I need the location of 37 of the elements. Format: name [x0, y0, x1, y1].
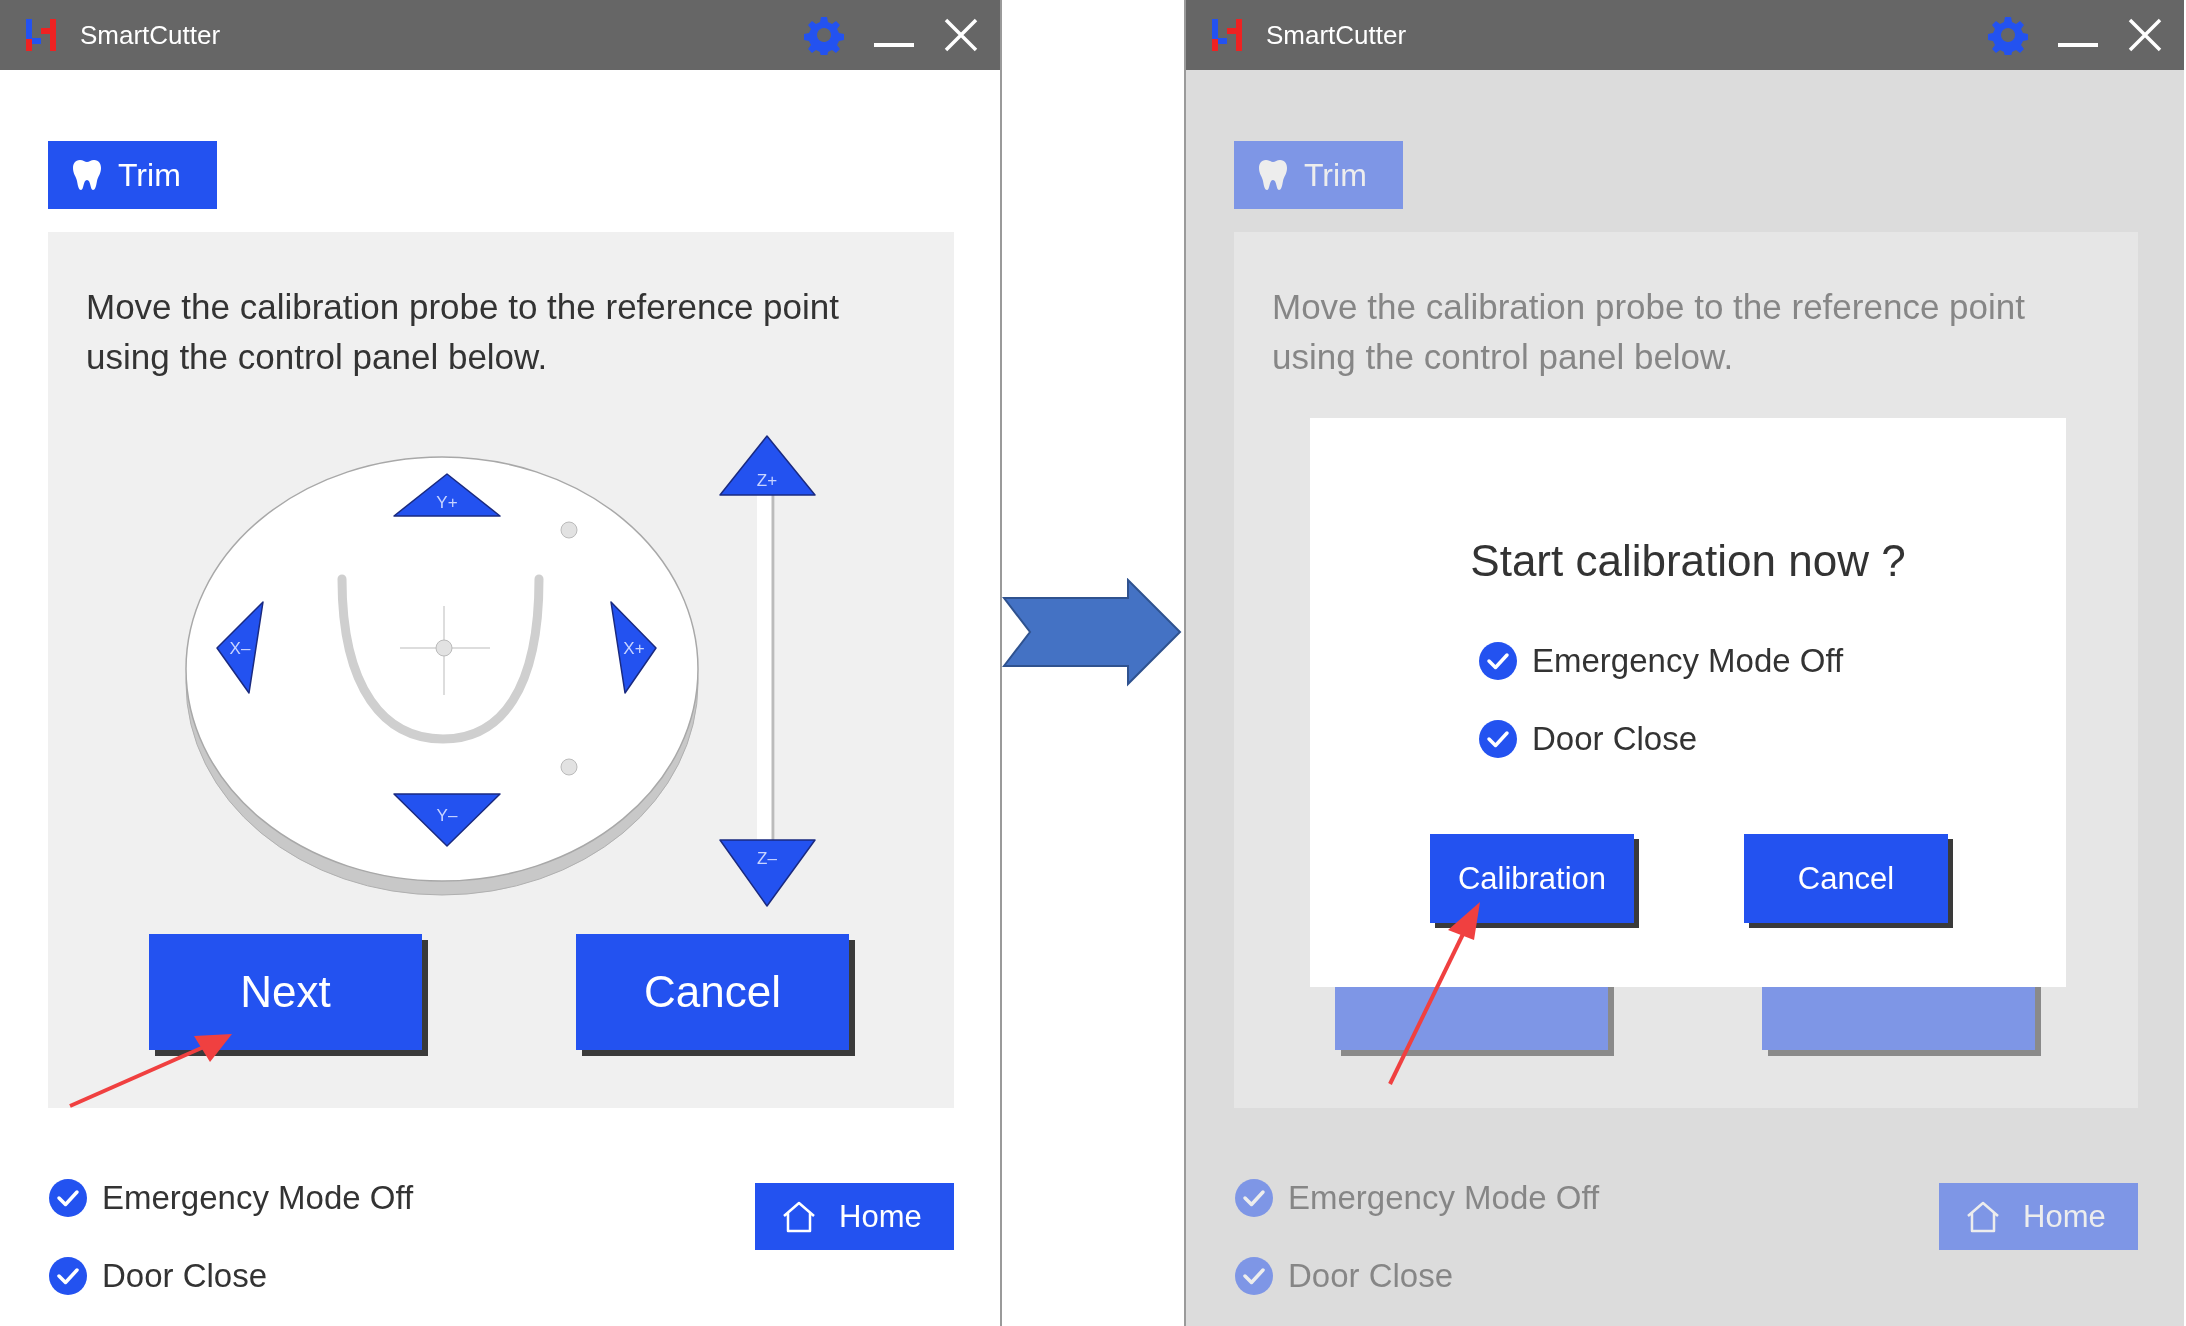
logo-icon: [1212, 17, 1242, 53]
trim-tab[interactable]: Trim: [1234, 141, 1403, 209]
checkbox[interactable]: [1234, 1178, 1274, 1218]
minimize-icon[interactable]: [874, 43, 914, 49]
status-label: Door Close: [102, 1257, 268, 1295]
logo-icon: [26, 17, 56, 53]
jog-button[interactable]: X+: [610, 601, 657, 694]
jog-button[interactable]: Y–: [393, 793, 501, 847]
jog-button[interactable]: X–: [216, 601, 264, 694]
window-title: SmartCutter: [80, 19, 222, 51]
status-label: Emergency Mode Off: [1288, 1179, 1600, 1217]
status-label: Emergency Mode Off: [102, 1179, 414, 1217]
dialog-title: Start calibration now ?: [1469, 536, 1907, 586]
trim-tab[interactable]: Trim: [48, 141, 217, 209]
home-button[interactable]: Home: [1939, 1183, 2138, 1250]
tooth-icon: [72, 159, 102, 191]
checkbox[interactable]: [1234, 1256, 1274, 1296]
status-label: Emergency Mode Off: [1532, 642, 1844, 680]
checkbox[interactable]: [48, 1256, 88, 1296]
home-button[interactable]: Home: [755, 1183, 954, 1250]
checkbox[interactable]: [48, 1178, 88, 1218]
jog-button[interactable]: Y+: [393, 473, 501, 517]
jog-button[interactable]: Z+: [719, 435, 816, 496]
home-icon: [781, 1199, 817, 1234]
status-label: Door Close: [1532, 720, 1698, 758]
instruction-text: Move the calibration probe to the reference point using the control panel below.: [1272, 286, 2026, 378]
window-title: SmartCutter: [1266, 19, 1408, 51]
close-icon[interactable]: [2128, 18, 2162, 52]
minimize-icon[interactable]: [2058, 43, 2098, 49]
instruction-text: Move the calibration probe to the reference point using the control panel below.: [86, 286, 840, 378]
tooth-icon: [1258, 159, 1288, 191]
checkbox[interactable]: [1478, 641, 1518, 681]
status-label: Door Close: [1288, 1257, 1454, 1295]
checkbox[interactable]: [1478, 719, 1518, 759]
jog-button[interactable]: Z–: [719, 839, 816, 907]
close-icon[interactable]: [944, 18, 978, 52]
home-icon: [1965, 1199, 2001, 1234]
